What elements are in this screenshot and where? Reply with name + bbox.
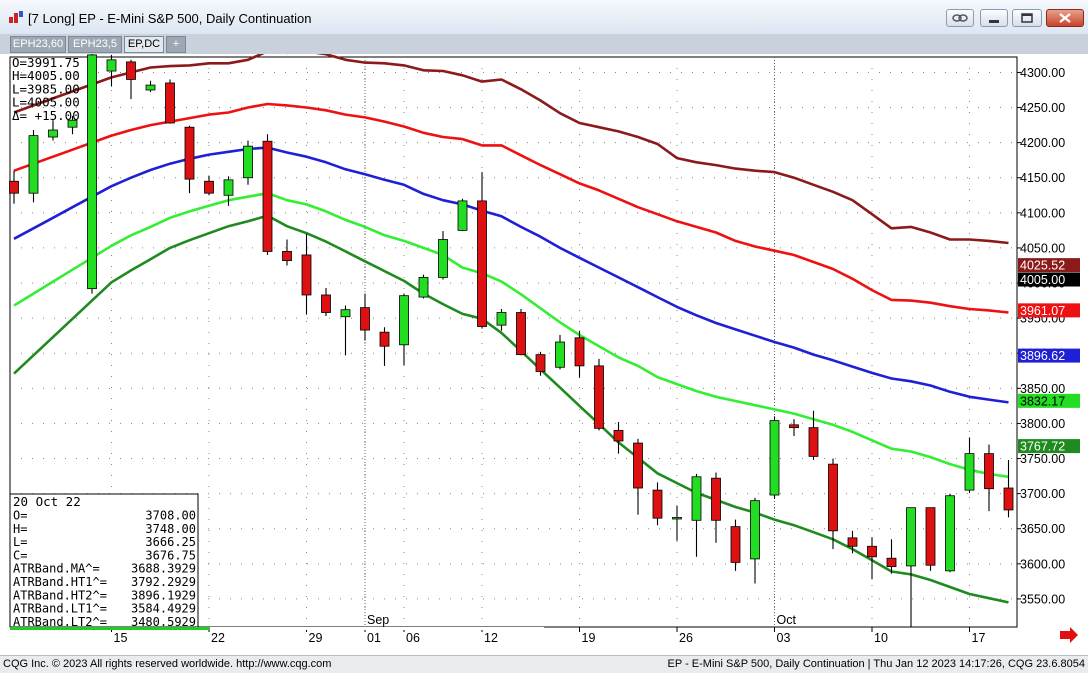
x-tick-label-7: 26 [679, 631, 693, 645]
window-title: [7 Long] EP - E-Mini S&P 500, Daily Cont… [28, 11, 312, 26]
y-tick-label-13: 4200.00 [1020, 136, 1065, 150]
dw-label-0: O= [13, 509, 27, 523]
y-tick-label-15: 4300.00 [1020, 66, 1065, 80]
price-label-3: 3896.62 [1018, 348, 1080, 363]
price-label-4: 3832.17 [1018, 393, 1080, 408]
chart-tab-bar: EPH23,60 EPH23,5 EP,DC + [0, 34, 1088, 54]
dw-value-4: 3688.3929 [131, 562, 196, 576]
x-tick-label-0: 15 [114, 631, 128, 645]
ohlc-row-4: Δ= +15.00 [12, 108, 80, 123]
svg-text:4005.00: 4005.00 [1020, 273, 1065, 287]
candle-48 [945, 493, 955, 573]
x-tick-label-3: 01 [367, 631, 381, 645]
x-tick-label-6: 19 [582, 631, 596, 645]
price-label-0: 4025.52 [1018, 258, 1080, 273]
dw-label-6: ATRBand.HT2^= [13, 588, 107, 602]
price-chart[interactable]: 3550.00 3600.00 3650.00 3700.00 3750.00 3800.… [0, 54, 1088, 655]
x-tick-label-9: 10 [874, 631, 888, 645]
data-window-date: 20 Oct 22 [13, 494, 81, 509]
dw-value-6: 3896.1929 [131, 588, 196, 602]
y-tick-label-14: 4250.00 [1020, 101, 1065, 115]
x-tick-label-1: 22 [211, 631, 225, 645]
y-tick-label-2: 3650.00 [1020, 522, 1065, 536]
y-tick-label-0: 3550.00 [1020, 592, 1065, 606]
x-tick-label-10: 17 [972, 631, 986, 645]
window-titlebar: [7 Long] EP - E-Mini S&P 500, Daily Cont… [0, 0, 1088, 34]
dw-value-1: 3748.00 [145, 522, 196, 536]
y-tick-label-10: 4050.00 [1020, 241, 1065, 255]
status-bar: CQG Inc. © 2023 All rights reserved worl… [0, 655, 1088, 673]
cqg-app-icon [9, 11, 23, 23]
ohlc-readout: O=3991.75H=4005.00L=3985.00L=4005.00Δ= +… [12, 55, 80, 123]
dw-value-7: 3584.4929 [131, 602, 196, 616]
price-label-1: 4005.00 [1018, 272, 1080, 287]
restore-button[interactable] [1012, 9, 1042, 27]
candle-13 [262, 134, 273, 255]
dw-value-2: 3666.25 [145, 535, 196, 549]
y-tick-label-4: 3750.00 [1020, 452, 1065, 466]
data-window: 20 Oct 22 O= 3708.00 H= 3748.00 L= 3666.25 C= 3… [9, 493, 199, 629]
svg-text:3961.07: 3961.07 [1020, 304, 1065, 318]
price-label-2: 3961.07 [1018, 303, 1080, 318]
copyright-text: CQG Inc. © 2023 All rights reserved worl… [3, 658, 332, 670]
dw-label-4: ATRBand.MA^= [13, 562, 100, 576]
link-button[interactable] [946, 9, 974, 27]
x-tick-label-5: 12 [484, 631, 498, 645]
price-label-5: 3767.72 [1018, 439, 1080, 454]
status-info: EP - E-Mini S&P 500, Daily Continuation … [667, 658, 1085, 670]
y-tick-label-1: 3600.00 [1020, 557, 1065, 571]
dw-label-5: ATRBand.HT1^= [13, 575, 107, 589]
dw-label-3: C= [13, 548, 27, 562]
dw-label-1: H= [13, 522, 27, 536]
dw-label-8: ATRBand.LT2^= [13, 615, 107, 629]
dw-value-0: 3708.00 [145, 509, 196, 523]
y-tick-label-5: 3800.00 [1020, 417, 1065, 431]
bottom-scroll-strip[interactable] [10, 627, 544, 630]
dw-value-8: 3480.5929 [131, 615, 196, 629]
x-tick-label-2: 29 [309, 631, 323, 645]
link-icon [952, 14, 968, 22]
tab-eph23-60[interactable]: EPH23,60 [10, 36, 66, 53]
y-tick-label-3: 3700.00 [1020, 487, 1065, 501]
tab-ep-dc[interactable]: EP,DC [124, 36, 164, 53]
y-tick-label-12: 4150.00 [1020, 171, 1065, 185]
candle-47 [925, 507, 936, 571]
y-tick-label-11: 4100.00 [1020, 206, 1065, 220]
dw-label-7: ATRBand.LT1^= [13, 602, 107, 616]
candle-8 [165, 79, 175, 124]
dw-value-5: 3792.2929 [131, 575, 196, 589]
svg-text:3767.72: 3767.72 [1020, 440, 1065, 454]
restore-icon [1021, 13, 1033, 23]
candle-23 [457, 198, 468, 232]
candle-39 [769, 416, 780, 499]
svg-text:4025.52: 4025.52 [1020, 259, 1065, 273]
x-tick-label-8: 03 [777, 631, 791, 645]
minimize-icon [989, 20, 999, 23]
add-tab-button[interactable]: + [166, 36, 186, 53]
month-label-1: Oct [777, 613, 797, 627]
candle-26 [516, 309, 526, 356]
month-label-0: Sep [367, 613, 389, 627]
tab-eph23-5[interactable]: EPH23,5 [68, 36, 122, 53]
candle-30 [594, 358, 604, 431]
candle-4 [87, 54, 97, 294]
candle-12 [243, 140, 253, 185]
dw-label-2: L= [13, 535, 27, 549]
close-button[interactable] [1046, 9, 1084, 27]
x-tick-label-4: 06 [406, 631, 420, 645]
minimize-button[interactable] [980, 9, 1008, 27]
svg-text:3896.62: 3896.62 [1020, 349, 1065, 363]
candle-1 [28, 130, 39, 203]
svg-text:3832.17: 3832.17 [1020, 394, 1065, 408]
close-icon [1059, 13, 1071, 23]
candle-21 [418, 274, 429, 299]
dw-value-3: 3676.75 [145, 548, 196, 562]
